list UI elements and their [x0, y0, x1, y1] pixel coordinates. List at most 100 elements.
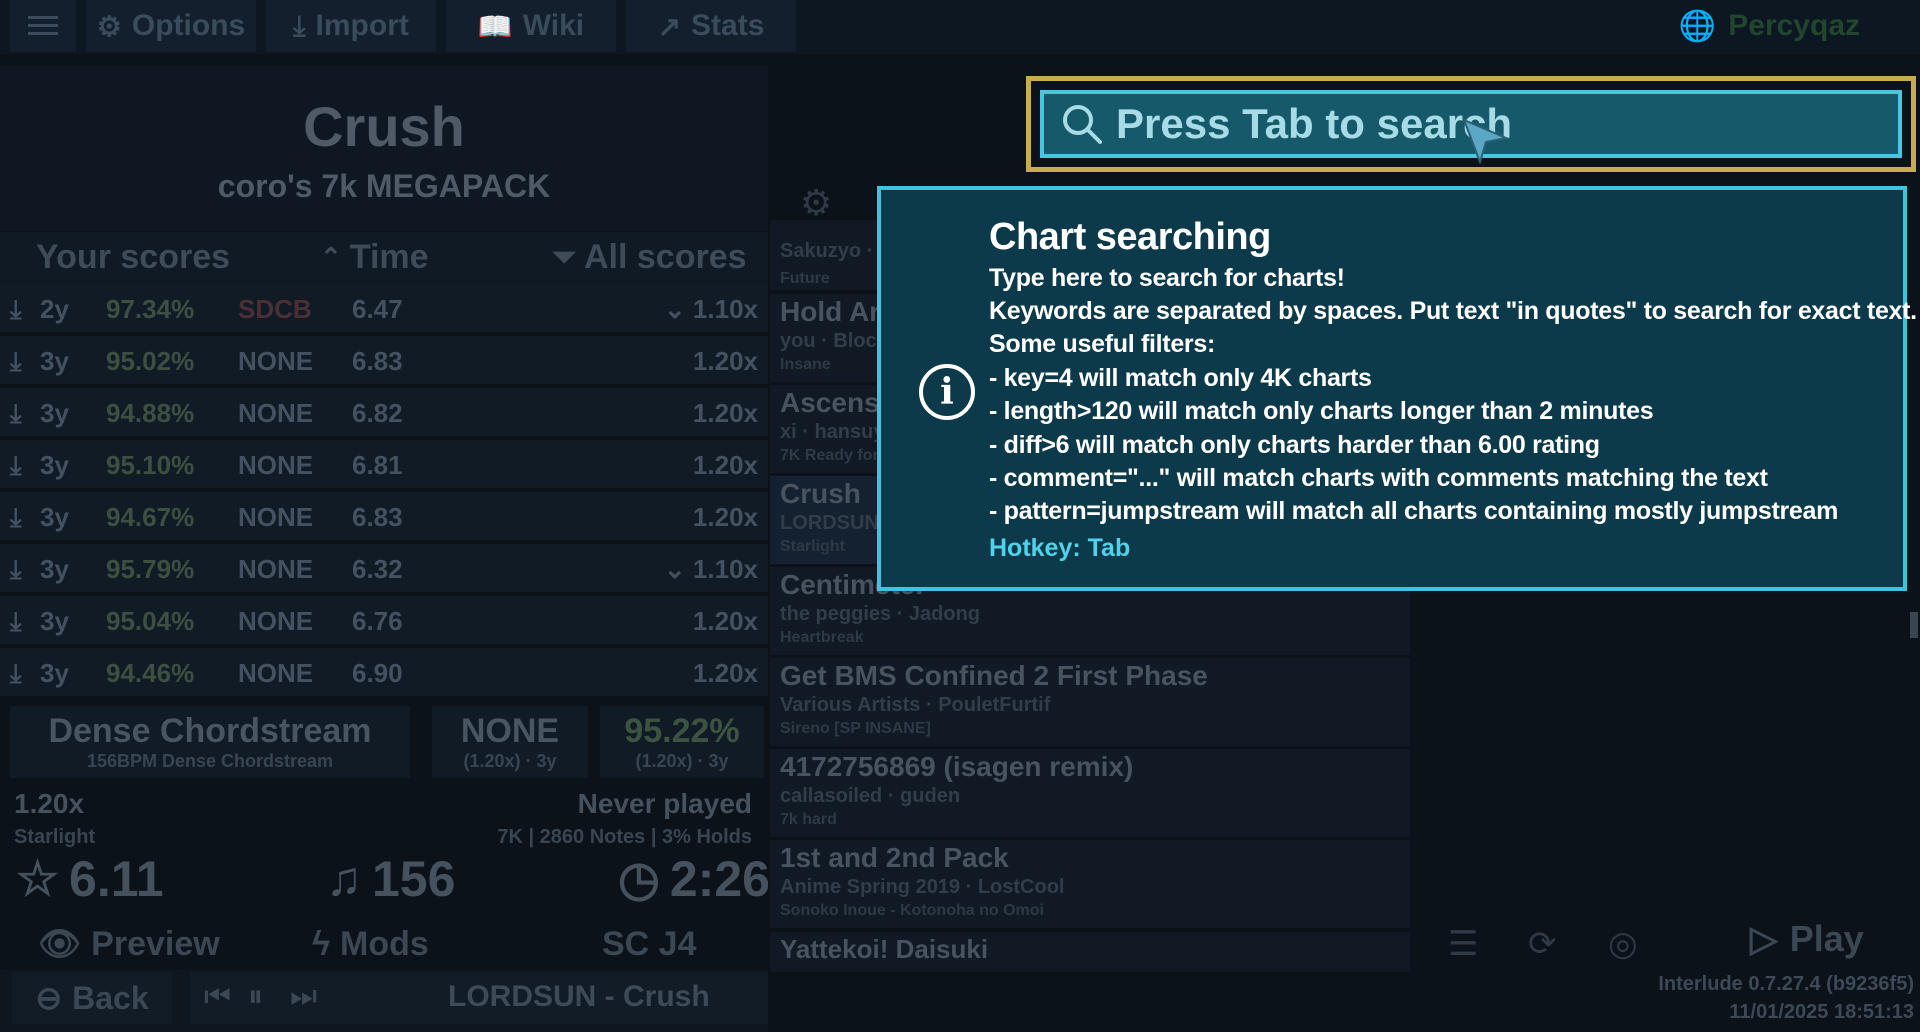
your-scores-tab[interactable]: Your scores	[36, 238, 230, 277]
list-icon[interactable]: ☰	[1448, 924, 1478, 964]
rating-stat: ☆ 6.11	[16, 850, 164, 908]
score-rating: 6.83	[352, 502, 403, 532]
filter-button[interactable]: ⏷ All scores	[552, 238, 747, 277]
preview-button[interactable]: 👁 Preview	[38, 918, 220, 970]
play-button[interactable]: ▷ Play	[1750, 918, 1864, 960]
rate-label: 1.20x	[14, 788, 85, 819]
back-label: Back	[72, 979, 149, 1016]
score-row[interactable]: ⤓ 3y 95.10% NONE 6.81 1.20x	[0, 440, 768, 490]
pause-icon[interactable]: ⏸	[248, 980, 263, 1014]
gear-icon[interactable]: ⚙	[800, 182, 832, 224]
score-age: 3y	[40, 502, 69, 532]
your-scores-label: Your scores	[36, 238, 231, 276]
tooltip-line: - comment="..." will match charts with c…	[989, 464, 1768, 492]
gear-icon: ⚙	[96, 10, 122, 42]
song-difficulty: Sireno [SP INSANE]	[780, 720, 931, 737]
pattern-name: Dense Chordstream	[48, 712, 372, 750]
score-grade: SDCB	[238, 294, 312, 324]
score-accuracy: 95.02%	[106, 346, 195, 376]
score-age: 3y	[40, 658, 69, 688]
score-row[interactable]: ⤓ 3y 95.04% NONE 6.76 1.20x	[0, 596, 768, 646]
username: Percyqaz	[1728, 9, 1860, 42]
score-row[interactable]: ⤓ 3y 95.79% NONE 6.32 ⌄ 1.10x	[0, 544, 768, 594]
book-icon: 📖	[477, 10, 513, 42]
globe-icon: 🌐	[1678, 9, 1717, 43]
list-item[interactable]: 4172756869 (isagen remix) callasoiled · …	[770, 749, 1410, 837]
song-title: Crush	[303, 95, 465, 158]
song-difficulty: 7K Ready for s	[780, 447, 893, 464]
top-bar: ⚙ Options ⤓ Import 📖 Wiki ↗ Stats 🌐 Perc…	[0, 0, 1920, 54]
wiki-button[interactable]: 📖 Wiki	[446, 0, 616, 52]
best-accuracy-panel: 95.22% (1.20x) · 3y	[600, 706, 764, 778]
user-profile-button[interactable]: 🌐 Percyqaz	[1679, 0, 1860, 52]
score-rate-value: 1.10x	[692, 294, 758, 324]
score-row[interactable]: ⤓ 2y 97.34% SDCB 6.47 ⌄ 1.10x	[0, 284, 768, 334]
play-status: Never played	[577, 788, 752, 819]
song-difficulty: Starlight	[780, 538, 845, 555]
pattern-panel: Dense Chordstream 156BPM Dense Chordstre…	[10, 706, 410, 778]
score-rating: 6.81	[352, 450, 403, 480]
sort-button[interactable]: ⌃ Time	[320, 238, 429, 277]
download-icon: ⤓	[10, 502, 22, 532]
score-row[interactable]: ⤓ 3y 94.67% NONE 6.83 1.20x	[0, 492, 768, 542]
score-row[interactable]: ⤓ 3y 94.46% NONE 6.90 1.20x	[0, 648, 768, 698]
download-icon: ⤓	[293, 9, 306, 41]
list-item[interactable]: 1st and 2nd Pack Anime Spring 2019 · Los…	[770, 840, 1410, 928]
song-artist: Various Artists · PouletFurtif	[780, 694, 1051, 716]
tooltip-hotkey: Hotkey: Tab	[989, 534, 1131, 562]
score-rate: 1.20x	[692, 502, 758, 532]
song-title: Crush	[780, 478, 861, 509]
length-value: 2:26	[669, 851, 770, 907]
back-button[interactable]: ⊖ Back	[12, 972, 172, 1024]
menu-button[interactable]	[10, 0, 76, 52]
scrollbar[interactable]	[1910, 612, 1918, 638]
stats-label: Stats	[691, 9, 765, 42]
song-title: 4172756869 (isagen remix)	[780, 751, 1134, 782]
filter-label: All scores	[584, 238, 747, 276]
play-icon: ▷	[1750, 918, 1778, 959]
score-rate: ⌄ 1.10x	[664, 554, 758, 585]
score-grade: NONE	[238, 658, 314, 688]
song-difficulty: Future	[780, 270, 830, 287]
score-row[interactable]: ⤓ 3y 95.02% NONE 6.83 1.20x	[0, 336, 768, 386]
song-artist: Anime Spring 2019 · LostCool	[780, 876, 1065, 898]
ruleset-button[interactable]: SC J4	[602, 918, 697, 970]
score-row[interactable]: ⤓ 3y 94.88% NONE 6.82 1.20x	[0, 388, 768, 438]
tooltip-line: Some useful filters:	[989, 330, 1215, 358]
lightning-icon: ϟ	[312, 924, 330, 963]
chevron-up-icon: ⌃	[320, 242, 342, 272]
trend-icon: ↗	[657, 10, 682, 42]
next-track-icon[interactable]: ⏭	[290, 980, 317, 1014]
score-grade: NONE	[238, 450, 314, 480]
score-accuracy: 97.34%	[106, 294, 195, 324]
score-rate: 1.20x	[692, 658, 758, 688]
target-icon[interactable]: ◎	[1608, 924, 1638, 964]
score-rate: 1.20x	[692, 450, 758, 480]
tooltip-line: - pattern=jumpstream will match all char…	[989, 497, 1839, 525]
song-title: Yattekoi! Daisuki	[780, 934, 989, 964]
stats-button[interactable]: ↗ Stats	[626, 0, 796, 52]
score-rating: 6.47	[352, 294, 403, 324]
mods-button[interactable]: ϟ Mods	[312, 918, 429, 970]
mouse-cursor-icon	[1462, 118, 1508, 164]
options-button[interactable]: ⚙ Options	[86, 0, 256, 52]
previous-track-icon[interactable]: ⏮	[204, 980, 231, 1014]
score-rate-value: 1.10x	[692, 554, 758, 584]
song-difficulty: Sonoko Inoue - Kotonoha no Omoi	[780, 902, 1044, 919]
pack-title: coro's 7k MEGAPACK	[217, 168, 551, 204]
list-item[interactable]: Get BMS Confined 2 First Phase Various A…	[770, 658, 1410, 746]
search-help-tooltip: i Chart searching Type here to search fo…	[877, 186, 1917, 591]
best-grade-detail: (1.20x) · 3y	[463, 751, 557, 771]
star-icon: ☆	[16, 853, 60, 906]
score-rate: 1.20x	[692, 606, 758, 636]
refresh-icon[interactable]: ⟳	[1528, 924, 1557, 964]
song-artist: callasoiled · guden	[780, 785, 961, 807]
list-item[interactable]: Yattekoi! Daisuki	[770, 932, 1410, 972]
song-artist: LORDSUN ·	[780, 512, 892, 534]
score-grade: NONE	[238, 346, 314, 376]
song-difficulty: 7k hard	[780, 811, 837, 828]
double-chevron-down-icon: ⌄	[663, 294, 686, 324]
import-button[interactable]: ⤓ Import	[266, 0, 436, 52]
double-chevron-down-icon: ⌄	[663, 554, 686, 584]
score-rating: 6.32	[352, 554, 403, 584]
